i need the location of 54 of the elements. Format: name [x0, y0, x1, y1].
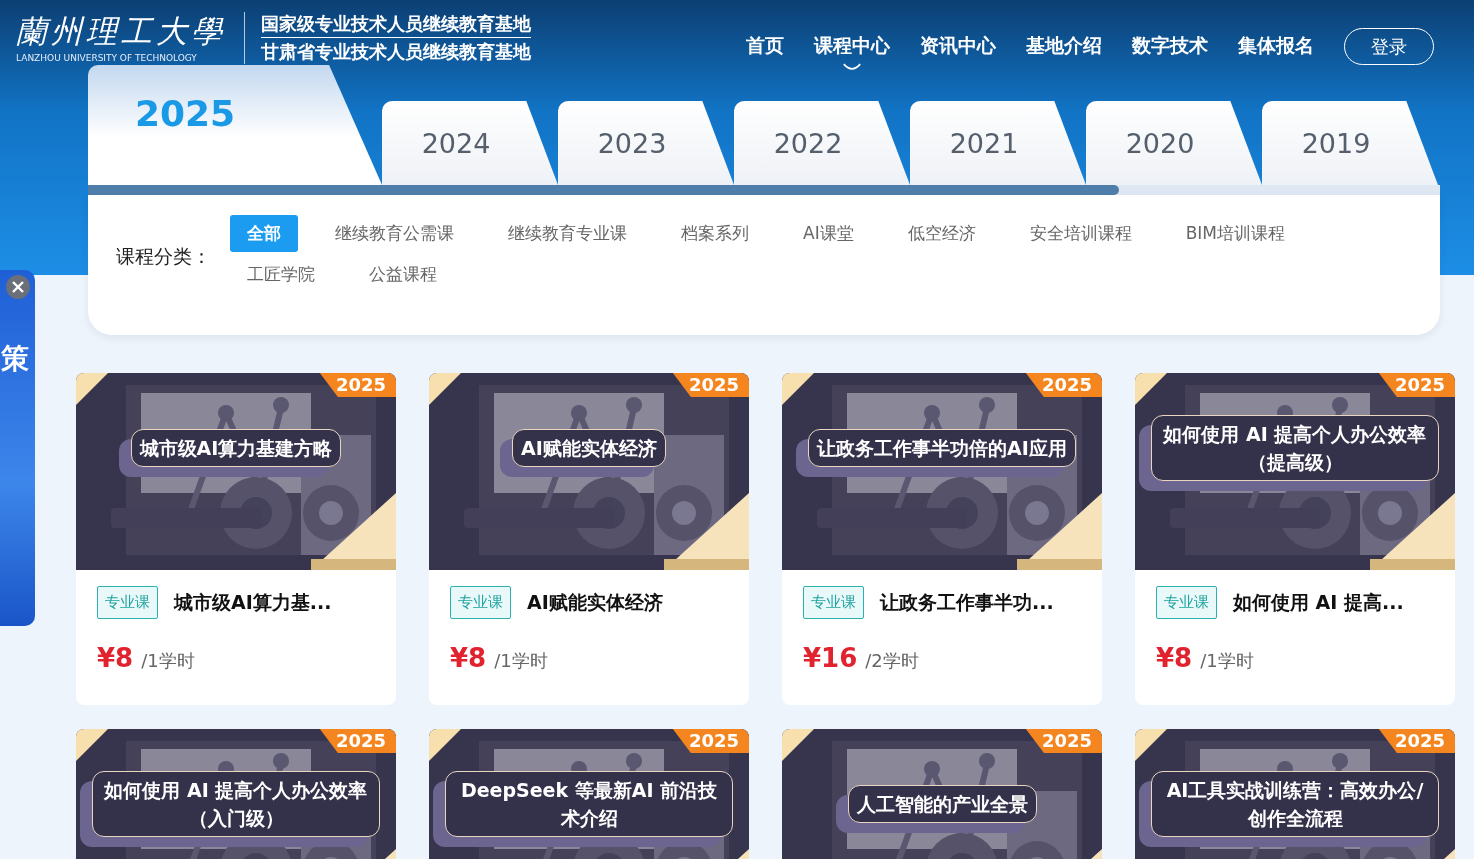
year-tab[interactable]: 2019 [1262, 101, 1438, 185]
course-price: ¥8 [1156, 643, 1193, 673]
university-subtitle: LANZHOU UNIVERSITY OF TECHNOLOGY [16, 51, 198, 64]
promo-text: 策 [1, 341, 29, 376]
year-tab[interactable]: 2023 [558, 101, 734, 185]
course-card[interactable]: 2025 让政务工作事半功倍的AI应用 专业课 让政务工作事半功... ¥16 /2学时 [782, 373, 1102, 705]
course-type-tag: 专业课 [97, 586, 158, 619]
tab-scrollbar[interactable] [88, 185, 1119, 195]
nav-link[interactable]: 基地介绍 [1026, 20, 1102, 70]
year-tab[interactable]: 2024 [382, 101, 558, 185]
price-unit: /1学时 [1200, 649, 1254, 673]
year-tab[interactable]: 2022 [734, 101, 910, 185]
course-card[interactable]: 2025 城市级AI算力基建方略 专业课 城市级AI算力基... ¥8 /1学时 [76, 373, 396, 705]
university-name: 蘭州理工大學 [16, 12, 226, 51]
category-filter[interactable]: 继续教育公需课 [318, 215, 471, 252]
course-title: 城市级AI算力基... [174, 589, 332, 615]
course-card[interactable]: 2025 AI赋能实体经济 专业课 AI赋能实体经济 ¥8 /1学时 [429, 373, 749, 705]
nav-link[interactable]: 首页 [746, 20, 784, 70]
category-filter[interactable]: 继续教育专业课 [491, 215, 644, 252]
course-title: AI赋能实体经济 [527, 589, 663, 615]
promo-side-panel[interactable]: 策 [0, 270, 35, 626]
course-type-tag: 专业课 [1156, 586, 1217, 619]
course-card[interactable]: 2025 AI工具实战训练营：高效办公/创作全流程 [1135, 729, 1455, 859]
course-title: 让政务工作事半功... [880, 589, 1054, 615]
year-tab[interactable]: 2020 [1086, 101, 1262, 185]
category-filter[interactable]: 公益课程 [352, 256, 454, 293]
category-filter[interactable]: 档案系列 [664, 215, 766, 252]
nav-link[interactable]: 数字技术 [1132, 20, 1208, 70]
course-card[interactable]: 2025 如何使用 AI 提高个人办公效率（入门级） [76, 729, 396, 859]
category-filter[interactable]: AI课堂 [786, 215, 871, 252]
nav-link[interactable]: 资讯中心 [920, 20, 996, 70]
course-card[interactable]: 2025 人工智能的产业全景 [782, 729, 1102, 859]
course-card[interactable]: 2025 如何使用 AI 提高个人办公效率（提高级） 专业课 如何使用 AI 提高... ¥8 /1学时 [1135, 373, 1455, 705]
base-title: 甘肃省专业技术人员继续教育基地 [261, 40, 531, 64]
nav-link[interactable]: 集体报名 [1238, 20, 1314, 70]
course-price: ¥8 [97, 643, 134, 673]
category-filter[interactable]: 安全培训课程 [1012, 215, 1149, 252]
price-unit: /1学时 [141, 649, 195, 673]
course-title: 如何使用 AI 提高... [1233, 589, 1404, 615]
course-type-tag: 专业课 [450, 586, 511, 619]
base-title: 国家级专业技术人员继续教育基地 [261, 10, 531, 38]
category-filter[interactable]: BIM培训课程 [1168, 215, 1302, 252]
course-price: ¥8 [450, 643, 487, 673]
category-label: 课程分类： [116, 244, 212, 269]
course-type-tag: 专业课 [803, 586, 864, 619]
year-tab[interactable]: 2021 [910, 101, 1086, 185]
price-unit: /1学时 [494, 649, 548, 673]
category-filter[interactable]: 工匠学院 [230, 256, 332, 293]
course-card[interactable]: 2025 DeepSeek 等最新AI 前沿技术介绍 [429, 729, 749, 859]
nav-link[interactable]: 课程中心 [814, 20, 890, 70]
course-price: ¥16 [803, 643, 858, 673]
category-filter[interactable]: 低空经济 [890, 215, 993, 252]
close-icon[interactable] [6, 275, 30, 299]
price-unit: /2学时 [865, 649, 919, 673]
